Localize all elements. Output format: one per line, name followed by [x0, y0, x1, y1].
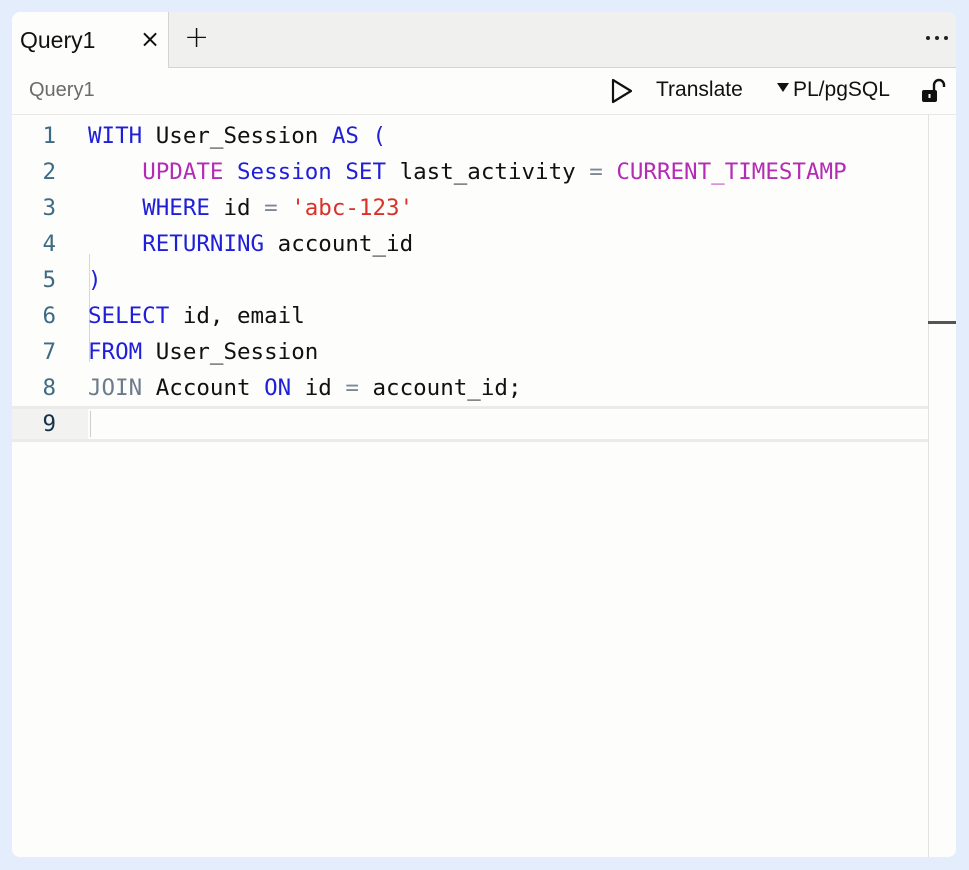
- line-code: SELECT id, email: [88, 298, 305, 334]
- code-token: =: [589, 159, 603, 185]
- code-token: (: [358, 123, 387, 149]
- line-number: 6: [42, 303, 56, 329]
- code-token: id, email: [169, 303, 305, 329]
- language-label: PL/pgSQL: [793, 78, 890, 101]
- code-token: last_activity: [386, 159, 590, 185]
- line-number: 8: [42, 375, 56, 401]
- more-horizontal-icon[interactable]: [926, 36, 948, 42]
- line-code: ): [88, 262, 102, 298]
- code-token: ON: [264, 375, 292, 401]
- code-token: CURRENT_TIMESTAMP: [616, 159, 847, 185]
- line-number: 7: [42, 339, 56, 365]
- query-editor-window: Query1 × + Query1 Translate PL/pgSQL 1 WI…: [12, 12, 956, 857]
- code-line[interactable]: 4 RETURNING account_id: [12, 226, 928, 262]
- code-line[interactable]: 2 UPDATE Session SET last_activity = CUR…: [12, 154, 928, 190]
- tab-label[interactable]: Query1: [20, 27, 95, 54]
- line-number: 5: [42, 267, 56, 293]
- add-tab-button[interactable]: +: [184, 20, 209, 55]
- code-line[interactable]: 1 WITH User_Session AS (: [12, 118, 928, 154]
- code-token: SET: [345, 159, 387, 185]
- code-token: User_Session: [142, 339, 319, 365]
- line-code: FROM User_Session: [88, 334, 318, 370]
- tab-bar: Query1 × +: [12, 12, 956, 68]
- code-token: AS: [331, 123, 359, 149]
- code-token: RETURNING: [142, 231, 265, 257]
- breadcrumb: Query1: [29, 79, 95, 101]
- scrollbar-track[interactable]: [928, 115, 956, 857]
- language-select[interactable]: PL/pgSQL: [777, 78, 890, 102]
- code-token: =: [345, 375, 359, 401]
- code-line[interactable]: 8 JOIN Account ON id = account_id;: [12, 370, 928, 406]
- code-token: 'abc-123': [291, 195, 414, 221]
- line-code: RETURNING account_id: [88, 226, 413, 262]
- code-token: User_Session: [142, 123, 332, 149]
- code-token: account_id;: [358, 375, 522, 401]
- line-number: 3: [42, 195, 56, 221]
- play-icon[interactable]: [610, 78, 634, 104]
- line-code: WHERE id = 'abc-123': [88, 190, 413, 226]
- code-token: WHERE: [142, 195, 210, 221]
- code-line[interactable]: 6 SELECT id, email: [12, 298, 928, 334]
- line-code: JOIN Account ON id = account_id;: [88, 370, 522, 406]
- code-token: id: [291, 375, 346, 401]
- editor-toolbar: Query1 Translate PL/pgSQL: [12, 68, 956, 115]
- code-token: ): [88, 267, 102, 293]
- caret-down-icon: [777, 83, 789, 92]
- line-number: 1: [42, 123, 56, 149]
- code-token: account_id: [264, 231, 414, 257]
- code-token: id: [209, 195, 265, 221]
- line-number: 2: [42, 159, 56, 185]
- code-token: Session: [237, 159, 332, 185]
- code-line[interactable]: 9: [12, 406, 928, 442]
- code-editor[interactable]: 1 WITH User_Session AS (2 UPDATE Session …: [12, 115, 956, 857]
- line-number: 9: [42, 411, 56, 437]
- code-line[interactable]: 3 WHERE id = 'abc-123': [12, 190, 928, 226]
- code-token: JOIN: [88, 375, 143, 401]
- translate-button[interactable]: Translate: [656, 78, 743, 102]
- unlock-icon[interactable]: [920, 77, 948, 105]
- code-token: WITH: [88, 123, 143, 149]
- code-line[interactable]: 7 FROM User_Session: [12, 334, 928, 370]
- code-token: =: [264, 195, 278, 221]
- code-token: SELECT: [88, 303, 170, 329]
- line-code: WITH User_Session AS (: [88, 118, 386, 154]
- close-icon[interactable]: ×: [140, 25, 160, 53]
- line-number: 4: [42, 231, 56, 257]
- code-token: FROM: [88, 339, 143, 365]
- text-cursor: [90, 411, 91, 437]
- code-token: UPDATE: [142, 159, 224, 185]
- line-code: UPDATE Session SET last_activity = CURRE…: [88, 154, 847, 190]
- tab-query1[interactable]: Query1 ×: [12, 12, 169, 68]
- scrollbar-marker[interactable]: [928, 321, 956, 324]
- code-token: Account: [142, 375, 265, 401]
- code-line[interactable]: 5): [12, 262, 928, 298]
